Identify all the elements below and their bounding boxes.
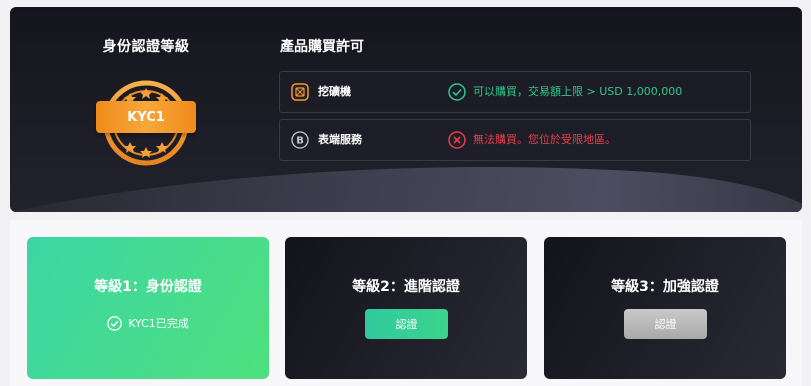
permission-status-text: 無法購買。您位於受限地區。	[473, 133, 616, 146]
permission-row-mining: 挖礦機 可以購買，交易額上限 > USD 1,000,000	[279, 71, 751, 113]
permission-name: 表端服務	[318, 133, 362, 146]
level-complete-text: KYC1已完成	[128, 317, 189, 330]
bitcoin-icon: B	[291, 131, 309, 149]
mining-machine-icon	[291, 83, 309, 101]
check-circle-icon	[107, 315, 123, 331]
kyc-badge-label: KYC1	[96, 101, 196, 133]
permission-name: 挖礦機	[318, 85, 351, 98]
kyc-level-heading: 身份認證等級	[102, 39, 190, 55]
x-circle-icon	[448, 131, 466, 149]
permission-status-text: 可以購買，交易額上限 > USD 1,000,000	[473, 85, 683, 98]
level-title: 等級1：身份認證	[94, 279, 202, 295]
permission-row-service: B 表端服務 無法購買。您位於受限地區。	[279, 119, 751, 161]
level-card-3: 等級3：加強認證 認證	[544, 237, 786, 379]
verify-button-level-3[interactable]: 認證	[624, 309, 707, 339]
level-card-1: 等級1：身份認證 KYC1已完成	[27, 237, 269, 379]
level-complete-status: KYC1已完成	[27, 315, 269, 331]
permissions-heading: 產品購買許可	[280, 39, 364, 55]
level-title: 等級2：進階認證	[352, 279, 460, 295]
level-title: 等級3：加強認證	[611, 279, 719, 295]
check-circle-icon	[448, 83, 466, 101]
svg-text:B: B	[296, 136, 304, 147]
verify-button-level-2[interactable]: 認證	[365, 309, 448, 339]
level-card-2: 等級2：進階認證 認證	[285, 237, 527, 379]
